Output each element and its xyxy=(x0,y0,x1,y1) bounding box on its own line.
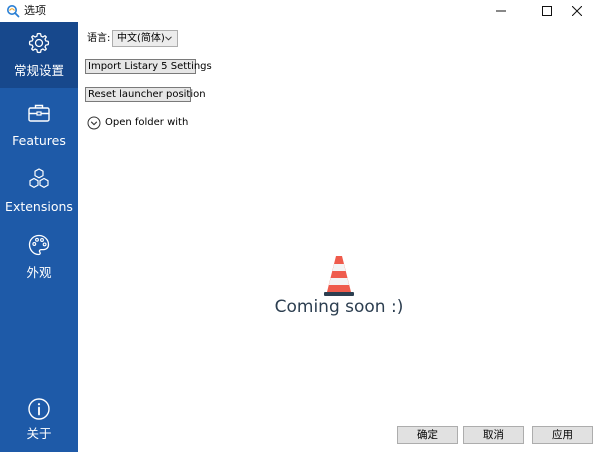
minimize-button[interactable] xyxy=(478,0,524,22)
coming-soon-text: Coming soon :) xyxy=(274,297,404,317)
traffic-cone-icon xyxy=(324,256,354,296)
close-button[interactable] xyxy=(554,0,600,22)
sidebar-item-label: 关于 xyxy=(26,426,52,441)
sidebar: 常规设置 Features Extensions 外观 关于 xyxy=(0,22,78,452)
open-folder-with-expander[interactable]: Open folder with xyxy=(87,115,188,131)
sidebar-item-label: Features xyxy=(12,133,66,148)
language-label: 语言: xyxy=(87,33,111,44)
language-select[interactable]: 中文(简体) xyxy=(112,30,178,47)
sidebar-item-features[interactable]: Features xyxy=(0,92,78,158)
reset-launcher-position-button[interactable]: Reset launcher position xyxy=(85,87,206,102)
chevron-circle-down-icon xyxy=(87,116,101,130)
sidebar-item-appearance[interactable]: 外观 xyxy=(0,224,78,290)
maximize-icon xyxy=(542,6,552,16)
info-icon xyxy=(28,398,50,420)
sidebar-item-general[interactable]: 常规设置 xyxy=(0,22,78,88)
toolbox-icon xyxy=(28,104,50,122)
gear-icon xyxy=(28,32,50,54)
cubes-icon xyxy=(29,168,49,188)
chevron-down-icon xyxy=(165,36,172,41)
cancel-button[interactable]: 取消 xyxy=(463,426,524,444)
settings-panel: 语言: 中文(简体) Import Listary 5 Settings Res… xyxy=(78,22,600,452)
import-settings-button[interactable]: Import Listary 5 Settings xyxy=(85,59,212,74)
open-folder-with-label: Open folder with xyxy=(105,117,189,128)
palette-icon xyxy=(28,234,50,256)
title-bar: 选项 xyxy=(0,0,600,22)
close-icon xyxy=(572,6,582,16)
language-select-value: 中文(简体) xyxy=(117,33,165,44)
sidebar-item-about[interactable]: 关于 xyxy=(0,390,78,448)
apply-button[interactable]: 应用 xyxy=(532,426,593,444)
app-search-icon xyxy=(7,5,20,18)
sidebar-item-label: 外观 xyxy=(26,265,52,280)
sidebar-item-extensions[interactable]: Extensions xyxy=(0,158,78,224)
sidebar-item-label: 常规设置 xyxy=(13,63,64,78)
sidebar-item-label: Extensions xyxy=(5,199,73,214)
window-title: 选项 xyxy=(24,4,46,17)
ok-button[interactable]: 确定 xyxy=(397,426,458,444)
minimize-icon xyxy=(496,10,506,12)
